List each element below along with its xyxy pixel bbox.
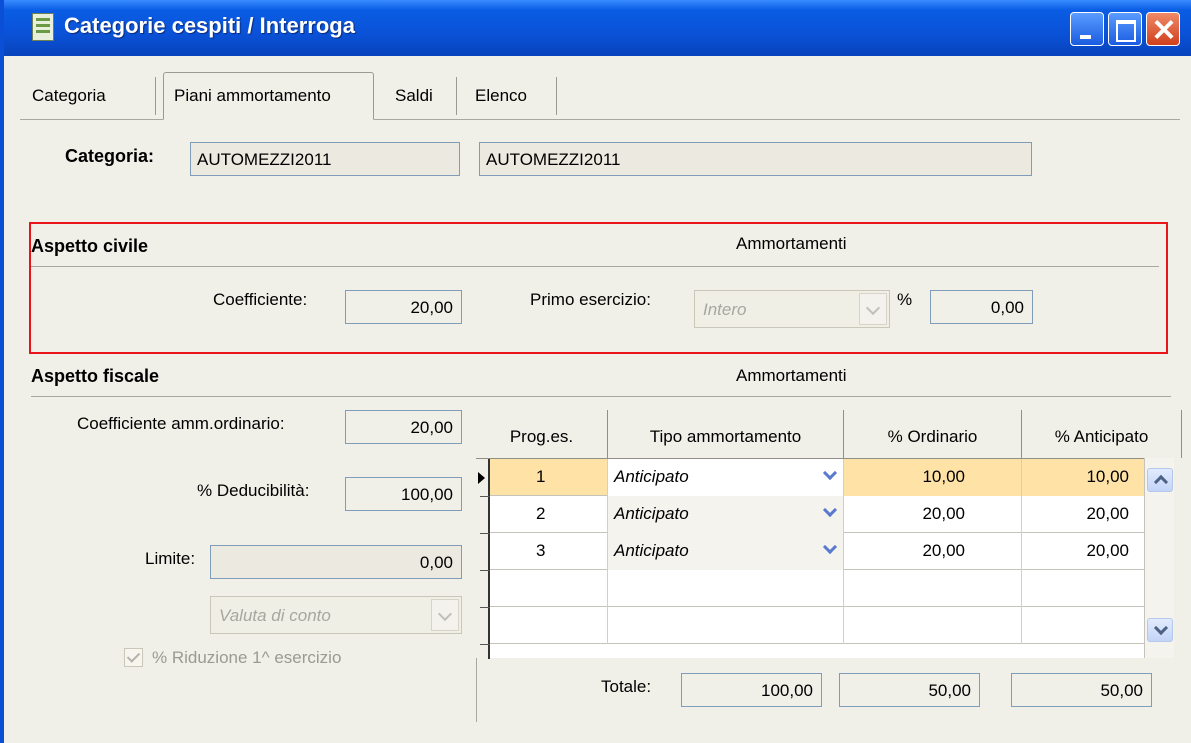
aspetto-civile-title: Aspetto civile: [31, 236, 149, 256]
table-row[interactable]: [490, 607, 1152, 644]
app-icon: [32, 13, 54, 41]
ordinario-cell: [844, 570, 1022, 607]
totale-prog-field[interactable]: 100,00: [681, 673, 822, 707]
limite-label: Limite:: [145, 549, 196, 568]
tipo-cell[interactable]: [608, 607, 844, 644]
tipo-value: Anticipato: [614, 504, 689, 523]
anticipato-cell: [1022, 570, 1152, 607]
percent-field[interactable]: 0,00: [930, 290, 1033, 324]
tab-categoria[interactable]: Categoria: [20, 77, 156, 115]
maximize-icon[interactable]: [1108, 12, 1142, 46]
valuta-select[interactable]: Valuta di conto: [210, 596, 462, 634]
coeff-ordinario-field[interactable]: 20,00: [345, 410, 462, 444]
grid-footer-divider: [476, 658, 477, 722]
coefficiente-label: Coefficiente:: [213, 290, 308, 309]
aspetto-fiscale-title: Aspetto fiscale: [31, 366, 160, 386]
app-window: Categorie cespiti / Interroga Categoria …: [0, 0, 1191, 743]
scroll-up-icon[interactable]: [1147, 468, 1173, 492]
coefficiente-field[interactable]: 20,00: [345, 290, 462, 324]
prog-cell: 3: [490, 533, 608, 570]
limite-field[interactable]: 0,00: [210, 545, 462, 579]
chevron-down-icon[interactable]: [822, 542, 838, 558]
close-icon[interactable]: [1146, 12, 1180, 46]
row-divider: [480, 533, 490, 534]
row-divider: [480, 496, 490, 497]
fiscale-ammortamenti-label: Ammortamenti: [736, 366, 847, 385]
riduzione-label: % Riduzione 1^ esercizio: [152, 648, 342, 667]
prog-cell: 2: [490, 496, 608, 533]
totale-anticipato-field[interactable]: 50,00: [1011, 673, 1152, 707]
categoria-description-field[interactable]: AUTOMEZZI2011: [479, 142, 1032, 176]
tab-saldi[interactable]: Saldi: [374, 77, 457, 115]
tipo-cell[interactable]: Anticipato: [608, 533, 844, 570]
current-row-marker-icon: [478, 472, 485, 484]
tipo-cell[interactable]: Anticipato: [608, 496, 844, 533]
totale-ordinario-field[interactable]: 50,00: [839, 673, 980, 707]
tipo-cell[interactable]: [608, 570, 844, 607]
window-title: Categorie cespiti / Interroga: [64, 13, 355, 38]
tipo-cell[interactable]: Anticipato: [608, 459, 844, 496]
column-header-prog[interactable]: Prog.es.: [476, 410, 608, 458]
column-header-anticipato[interactable]: % Anticipato: [1022, 410, 1182, 458]
row-selector-column: [476, 459, 490, 659]
aspetto-civile-highlight: [29, 222, 1168, 354]
totale-label: Totale:: [601, 677, 652, 696]
scroll-down-icon[interactable]: [1147, 618, 1173, 642]
chevron-down-icon[interactable]: [859, 293, 887, 325]
table-row[interactable]: [490, 570, 1152, 607]
ordinario-cell: 20,00: [844, 533, 1022, 570]
chevron-down-icon[interactable]: [822, 505, 838, 521]
deducibilita-field[interactable]: 100,00: [345, 477, 462, 511]
title-bar[interactable]: Categorie cespiti / Interroga: [4, 0, 1191, 56]
civile-ammortamenti-label: Ammortamenti: [736, 234, 847, 253]
row-divider: [480, 644, 490, 645]
prog-cell: 1: [490, 459, 608, 496]
percent-label: %: [897, 290, 913, 309]
categoria-label: Categoria:: [65, 146, 155, 166]
ordinario-cell: 10,00: [844, 459, 1022, 496]
tab-bar: Categoria Piani ammortamento Saldi Elenc…: [20, 72, 1180, 120]
tab-piani-ammortamento[interactable]: Piani ammortamento: [163, 72, 374, 120]
table-row[interactable]: 1 Anticipato 10,00 10,00: [490, 459, 1152, 496]
coeff-ordinario-label: Coefficiente amm.ordinario:: [77, 414, 285, 433]
grid-body: 1 Anticipato 10,00 10,00 2 Anticipato 20…: [476, 458, 1152, 659]
table-row[interactable]: 3 Anticipato 20,00 20,00: [490, 533, 1152, 570]
table-row[interactable]: 2 Anticipato 20,00 20,00: [490, 496, 1152, 533]
anticipato-cell: 10,00: [1022, 459, 1152, 496]
civile-divider: [31, 266, 1159, 267]
minimize-icon[interactable]: [1070, 12, 1104, 46]
row-divider: [480, 570, 490, 571]
column-header-ordinario[interactable]: % Ordinario: [844, 410, 1022, 458]
riduzione-checkbox[interactable]: [124, 648, 143, 667]
tab-elenco[interactable]: Elenco: [457, 77, 557, 115]
chevron-down-icon[interactable]: [431, 599, 459, 631]
primo-esercizio-select[interactable]: Intero: [694, 290, 890, 328]
row-divider: [480, 607, 490, 608]
primo-esercizio-value: Intero: [703, 300, 747, 319]
valuta-value: Valuta di conto: [219, 606, 331, 625]
chevron-down-icon[interactable]: [822, 468, 838, 484]
prog-cell: [490, 570, 608, 607]
anticipato-cell: 20,00: [1022, 533, 1152, 570]
prog-cell: [490, 607, 608, 644]
deducibilita-label: % Deducibilità:: [197, 481, 310, 500]
tipo-value: Anticipato: [614, 541, 689, 560]
ordinario-cell: [844, 607, 1022, 644]
anticipato-cell: [1022, 607, 1152, 644]
tipo-value: Anticipato: [614, 467, 689, 486]
grid-scrollbar[interactable]: [1144, 458, 1174, 658]
fiscale-divider: [31, 396, 1171, 397]
primo-esercizio-label: Primo esercizio:: [530, 290, 651, 309]
ordinario-cell: 20,00: [844, 496, 1022, 533]
column-header-tipo[interactable]: Tipo ammortamento: [608, 410, 844, 458]
anticipato-cell: 20,00: [1022, 496, 1152, 533]
categoria-code-field[interactable]: AUTOMEZZI2011: [190, 142, 460, 176]
